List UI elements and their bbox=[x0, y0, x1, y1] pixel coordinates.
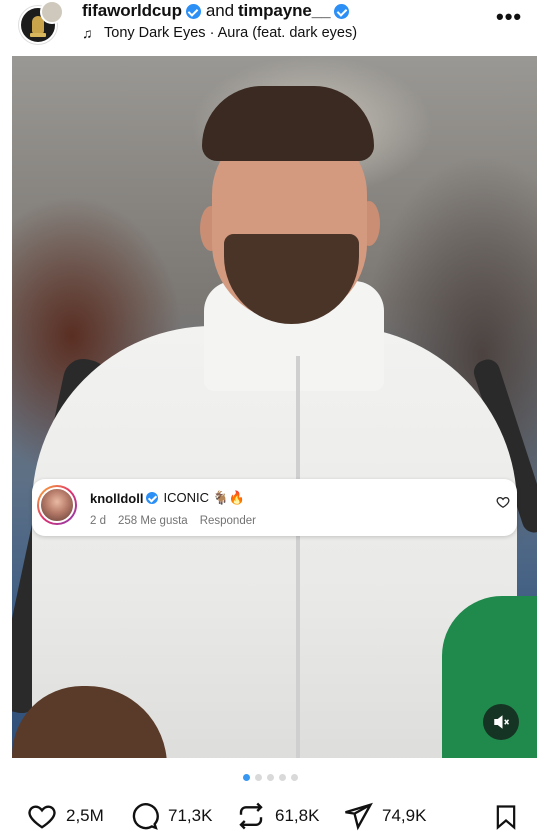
audio-link[interactable]: ♫ Tony Dark Eyes · Aura (feat. dark eyes… bbox=[82, 24, 357, 42]
comment-text: ICONIC 🐐🔥 bbox=[163, 490, 245, 505]
repost-count: 61,8K bbox=[275, 806, 320, 825]
audio-title: Tony Dark Eyes · Aura (feat. dark eyes) bbox=[104, 25, 358, 41]
account-name-2[interactable]: timpayne__ bbox=[238, 1, 331, 21]
carousel-dot bbox=[243, 774, 250, 781]
commenter-username[interactable]: knolldoll bbox=[90, 491, 143, 506]
comment-likes[interactable]: 258 Me gusta bbox=[118, 515, 188, 527]
featured-comment[interactable]: knolldoll ICONIC 🐐🔥 2 d 258 Me gusta Res… bbox=[32, 479, 517, 536]
carousel-indicator bbox=[243, 774, 298, 781]
carousel-dot bbox=[255, 774, 262, 781]
repost-icon bbox=[239, 802, 263, 830]
like-count: 2,5M bbox=[66, 806, 104, 825]
verified-badge-icon bbox=[334, 3, 350, 19]
verified-badge-icon bbox=[185, 3, 201, 19]
comment-count: 71,3K bbox=[168, 806, 213, 825]
bookmark-icon[interactable] bbox=[492, 802, 520, 832]
reply-button[interactable]: Responder bbox=[200, 515, 256, 527]
post-actions: 2,5M 71,3K 61,8K 74,9K bbox=[0, 798, 558, 834]
carousel-dot bbox=[279, 774, 286, 781]
music-note-icon: ♫ bbox=[82, 25, 93, 41]
send-icon bbox=[345, 802, 373, 831]
like-button[interactable]: 2,5M bbox=[26, 798, 104, 834]
collaborator-avatar[interactable] bbox=[40, 0, 64, 24]
carousel-dot bbox=[267, 774, 274, 781]
share-count: 74,9K bbox=[382, 806, 427, 825]
commenter-avatar[interactable] bbox=[37, 485, 77, 525]
comment-age: 2 d bbox=[90, 515, 106, 527]
comment-button[interactable]: 71,3K bbox=[128, 798, 212, 834]
post-authors: fifaworldcup and timpayne__ bbox=[82, 0, 350, 22]
instagram-post: fifaworldcup and timpayne__ ♫ Tony Dark … bbox=[0, 0, 558, 835]
share-button[interactable]: 74,9K bbox=[342, 798, 426, 834]
muted-speaker-icon[interactable] bbox=[483, 704, 519, 740]
comment-bubble-icon bbox=[132, 803, 159, 830]
post-header: fifaworldcup and timpayne__ ♫ Tony Dark … bbox=[0, 0, 558, 52]
repost-button[interactable]: 61,8K bbox=[235, 798, 319, 834]
authors-connector: and bbox=[205, 1, 234, 20]
account-name-1[interactable]: fifaworldcup bbox=[82, 1, 182, 21]
more-options-icon[interactable]: ••• bbox=[496, 6, 522, 28]
verified-badge-icon bbox=[146, 492, 159, 504]
heart-icon bbox=[28, 805, 56, 829]
post-media[interactable] bbox=[12, 56, 537, 758]
carousel-dot bbox=[291, 774, 298, 781]
heart-icon[interactable] bbox=[496, 495, 510, 509]
